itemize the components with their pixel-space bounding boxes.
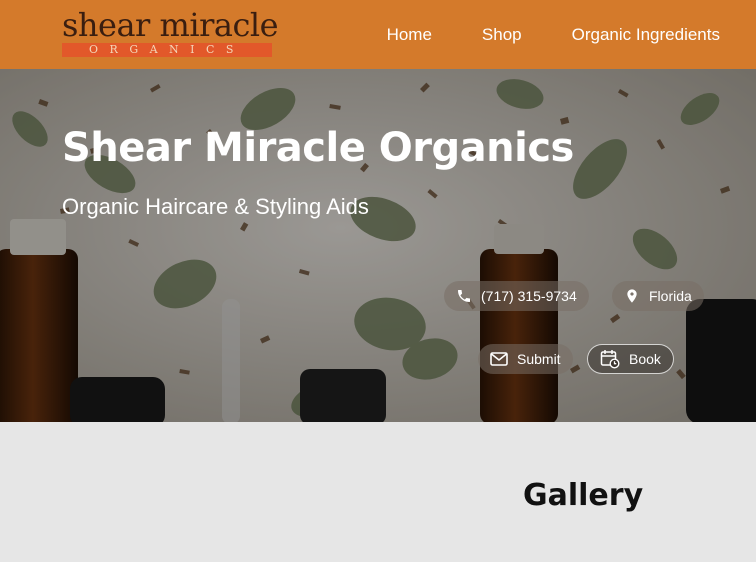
nav-link-home[interactable]: Home (387, 25, 432, 45)
site-header: shear miracle ORGANICS Home Shop Organic… (0, 0, 756, 69)
phone-button[interactable]: (717) 315-9734 (444, 281, 589, 311)
logo-subtitle: ORGANICS (62, 43, 272, 57)
phone-number: (717) 315-9734 (481, 288, 577, 304)
hero-subtitle: Organic Haircare & Styling Aids (62, 194, 369, 219)
phone-icon (456, 288, 472, 304)
logo-wordmark: shear miracle (62, 6, 279, 44)
location-button[interactable]: Florida (612, 281, 704, 311)
nav-link-organic-ingredients[interactable]: Organic Ingredients (572, 25, 720, 45)
location-pin-icon (624, 287, 640, 305)
gallery-title: Gallery (523, 478, 644, 513)
book-button[interactable]: Book (587, 344, 674, 374)
hero-banner: Shear Miracle Organics Organic Haircare … (0, 69, 756, 422)
site-logo[interactable]: shear miracle ORGANICS (62, 6, 279, 59)
book-label: Book (629, 351, 661, 367)
location-label: Florida (649, 288, 692, 304)
mail-icon (490, 352, 508, 366)
hero-title: Shear Miracle Organics (62, 125, 574, 171)
calendar-icon (600, 349, 620, 369)
nav-link-shop[interactable]: Shop (482, 25, 522, 45)
submit-label: Submit (517, 351, 561, 367)
main-nav: Home Shop Organic Ingredients (387, 0, 720, 69)
submit-button[interactable]: Submit (478, 344, 573, 374)
